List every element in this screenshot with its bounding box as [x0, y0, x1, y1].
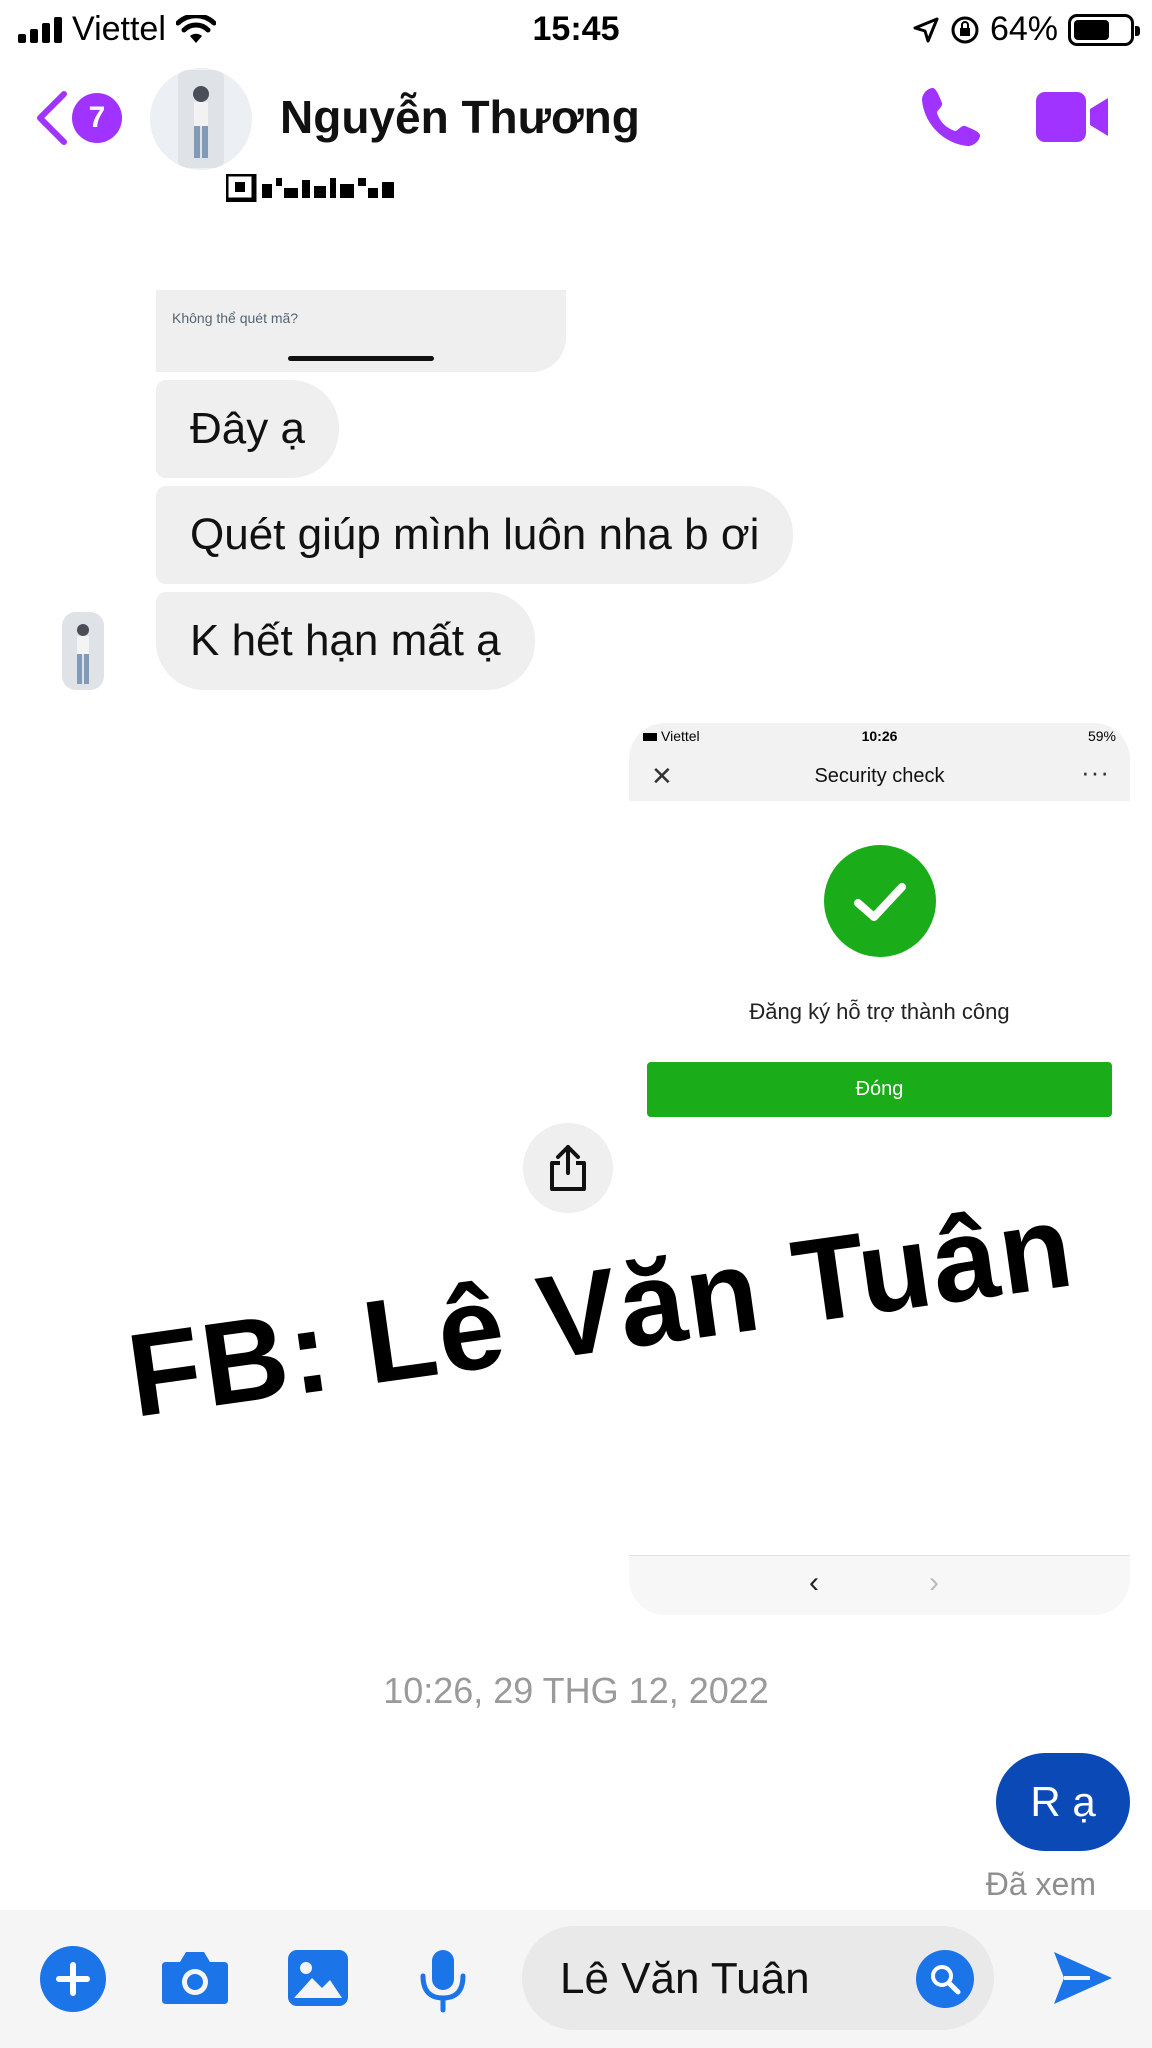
battery-percent: 64%: [989, 10, 1058, 48]
sent-image-security-check[interactable]: Viettel 10:26 59% ✕ Security check ··· Đ…: [629, 723, 1130, 1615]
video-camera-icon: [1036, 92, 1108, 142]
contact-name[interactable]: Nguyễn Thương: [280, 90, 640, 144]
received-image[interactable]: Không thể quét mã?: [156, 290, 566, 372]
inner-status-bar: Viettel 10:26 59%: [629, 723, 1130, 751]
status-bar: Viettel 15:45 64%: [0, 0, 1152, 58]
share-icon: [550, 1145, 586, 1191]
chevron-right-icon: ›: [929, 1566, 939, 1599]
inner-time: 10:26: [861, 728, 898, 744]
plus-icon: [56, 1962, 90, 1996]
inner-close-button: Đóng: [647, 1062, 1112, 1117]
success-message: Đăng ký hỗ trợ thành công: [749, 999, 1010, 1024]
status-right: 64%: [912, 10, 1140, 49]
search-button[interactable]: [916, 1950, 974, 2008]
inner-title: Security check: [814, 765, 945, 787]
rotation-lock-icon: [951, 16, 979, 43]
check-circle-icon: [824, 845, 936, 957]
send-icon: [1054, 1952, 1112, 2004]
message-composer: Lê Văn Tuân: [0, 1910, 1152, 2048]
image-caption: Không thể quét mã?: [172, 310, 299, 326]
qr-code-fragment: [226, 174, 394, 202]
chevron-left-icon: ‹: [809, 1566, 819, 1599]
share-button[interactable]: [523, 1123, 613, 1213]
add-button[interactable]: [40, 1946, 106, 2012]
voice-call-button[interactable]: [918, 84, 984, 155]
more-icon: ···: [1081, 757, 1110, 787]
avatar-photo: [62, 612, 104, 690]
home-indicator: [288, 356, 434, 361]
chat-header: 7 Nguyễn Thương: [0, 60, 1152, 178]
phone-icon: [922, 87, 981, 146]
video-call-button[interactable]: [1034, 88, 1110, 151]
location-arrow-icon: [913, 17, 939, 42]
contact-avatar[interactable]: [150, 68, 252, 170]
sent-message[interactable]: R ạ: [996, 1753, 1130, 1851]
avatar-photo: [178, 70, 224, 168]
chevron-left-icon: [37, 91, 67, 145]
image-icon: [288, 1950, 348, 2006]
voice-button[interactable]: [418, 1948, 468, 2019]
sender-avatar[interactable]: [62, 612, 104, 690]
received-message[interactable]: K hết hạn mất ạ: [156, 592, 535, 690]
battery-icon: [1068, 13, 1140, 46]
received-message[interactable]: Quét giúp mình luôn nha b ơi: [156, 486, 794, 584]
inner-nav-bar: ✕ Security check ···: [629, 751, 1130, 801]
message-timestamp: 10:26, 29 THG 12, 2022: [383, 1670, 769, 1711]
unread-badge: 7: [72, 93, 122, 143]
inner-battery: 59%: [1087, 728, 1116, 744]
send-button[interactable]: [1050, 1948, 1116, 2013]
inner-bottom-bar: ‹ ›: [629, 1555, 1130, 1615]
search-icon: [931, 1965, 961, 1995]
camera-button[interactable]: [160, 1948, 230, 2011]
message-input[interactable]: Lê Văn Tuân: [522, 1926, 994, 2030]
back-button[interactable]: 7: [34, 90, 122, 146]
gallery-button[interactable]: [286, 1948, 350, 2013]
seen-status: Đã xem: [985, 1866, 1096, 1902]
message-input-value: Lê Văn Tuân: [560, 1954, 810, 2003]
camera-icon: [162, 1952, 228, 2004]
microphone-icon: [420, 1950, 466, 2013]
received-message[interactable]: Đây ạ: [156, 380, 339, 478]
